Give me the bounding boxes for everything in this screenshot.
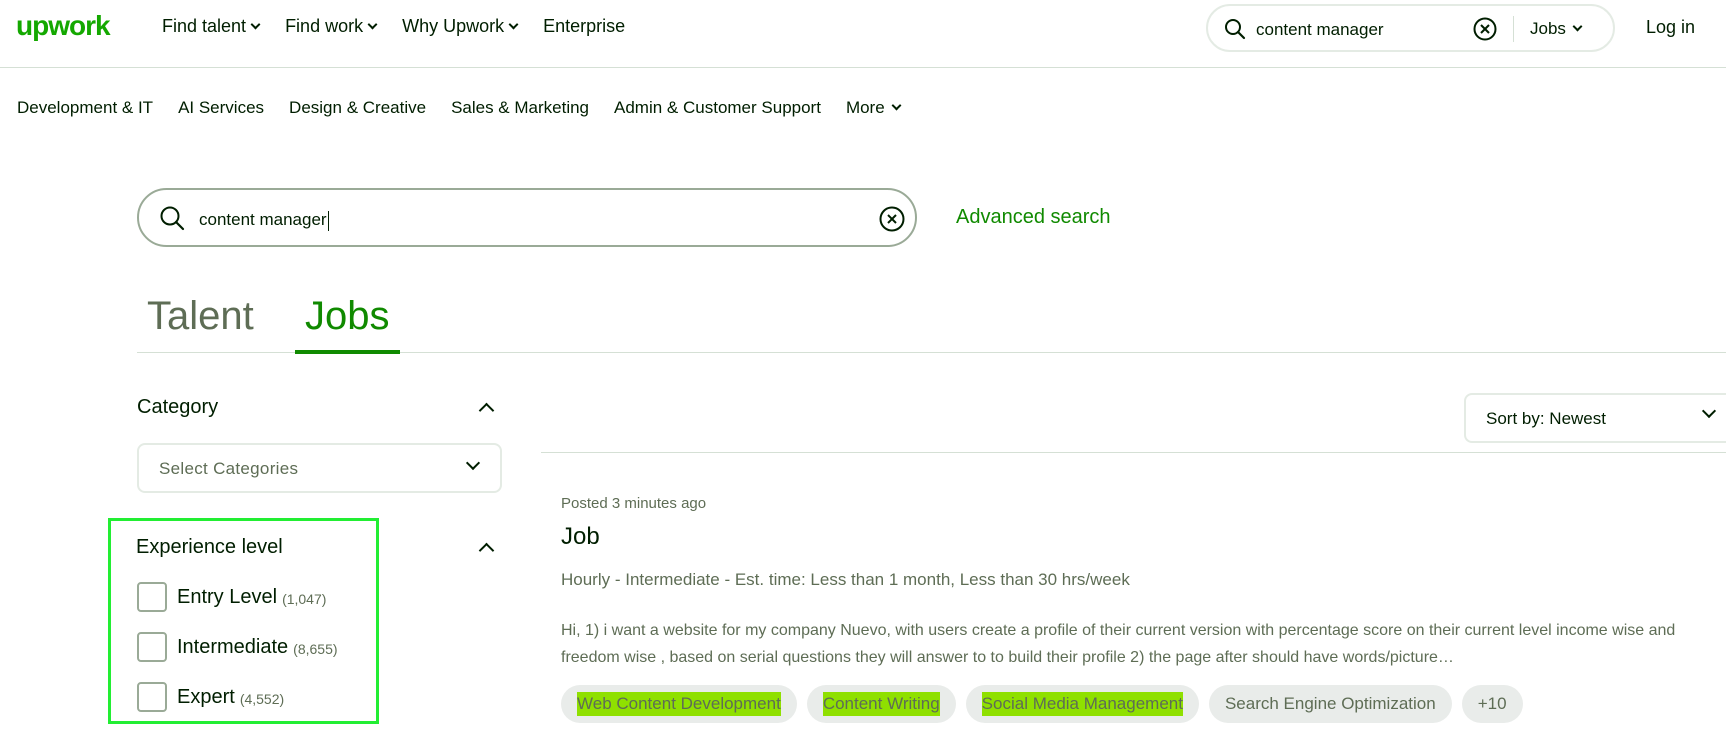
chevron-up-icon[interactable] <box>478 402 495 419</box>
category-development-it[interactable]: Development & IT <box>17 98 153 118</box>
job-skill-tags: Web Content Development Content Writing … <box>561 685 1523 723</box>
category-ai-services[interactable]: AI Services <box>178 98 264 118</box>
checkbox[interactable] <box>137 582 167 612</box>
checkbox[interactable] <box>137 632 167 662</box>
skill-tag-label: Web Content Development <box>577 692 781 716</box>
advanced-search-link[interactable]: Advanced search <box>956 206 1111 229</box>
nav-label: Find work <box>285 16 364 36</box>
skill-tag-label: Content Writing <box>822 692 940 716</box>
category-admin-support[interactable]: Admin & Customer Support <box>614 98 821 118</box>
text-caret <box>327 210 329 231</box>
experience-label: Intermediate <box>177 635 289 658</box>
chevron-down-icon <box>1701 403 1717 419</box>
sort-label: Sort by: Newest <box>1486 409 1606 428</box>
top-header: upwork Find talent Find work Why Upwork … <box>0 0 1726 68</box>
experience-option-entry[interactable]: Entry Level (1,047) <box>137 582 326 612</box>
more-skills-tag[interactable]: +10 <box>1461 685 1523 723</box>
skill-tag[interactable]: Search Engine Optimization <box>1208 685 1452 723</box>
tab-jobs[interactable]: Jobs <box>295 294 400 354</box>
result-tabs: Talent Jobs <box>137 290 1726 354</box>
skill-tag-label: Social Media Management <box>981 692 1183 716</box>
header-search-input[interactable]: content manager <box>1256 20 1384 40</box>
experience-option-intermediate[interactable]: Intermediate (8,655) <box>137 632 338 662</box>
search-icon <box>1225 19 1246 40</box>
job-description: Hi, 1) i want a website for my company N… <box>561 622 1676 666</box>
login-link[interactable]: Log in <box>1646 17 1695 38</box>
chevron-up-icon[interactable] <box>478 542 495 559</box>
experience-filter-title: Experience level <box>136 536 283 558</box>
search-icon <box>160 206 185 231</box>
experience-option-expert[interactable]: Expert (4,552) <box>137 682 284 712</box>
nav-enterprise[interactable]: Enterprise <box>543 16 625 37</box>
main-search-value: content manager <box>199 210 327 229</box>
nav-label: Why Upwork <box>402 16 505 36</box>
search-type-dropdown[interactable]: Jobs <box>1530 19 1583 39</box>
checkbox[interactable] <box>137 682 167 712</box>
experience-count: (1,047) <box>282 591 327 607</box>
skill-tag[interactable]: Web Content Development <box>561 685 797 723</box>
tab-talent[interactable]: Talent <box>137 294 264 354</box>
skill-tag[interactable]: Content Writing <box>806 685 956 723</box>
job-title[interactable]: Job <box>561 523 600 551</box>
category-nav: Development & IT AI Services Design & Cr… <box>17 98 902 118</box>
clear-icon[interactable] <box>879 206 905 232</box>
sort-dropdown[interactable]: Sort by: Newest <box>1464 393 1726 443</box>
category-filter-title: Category <box>137 396 219 418</box>
chevron-down-icon <box>891 100 902 111</box>
clear-icon[interactable] <box>1473 17 1497 41</box>
category-select-placeholder: Select Categories <box>159 459 299 478</box>
chevron-down-icon <box>465 455 481 471</box>
search-type-label: Jobs <box>1530 19 1566 38</box>
experience-count: (8,655) <box>293 641 338 657</box>
chevron-down-icon <box>367 19 378 29</box>
nav-label: Enterprise <box>543 16 626 36</box>
more-label: More <box>845 98 885 117</box>
divider <box>541 452 1726 453</box>
skill-tag[interactable]: Social Media Management <box>965 685 1199 723</box>
category-design-creative[interactable]: Design & Creative <box>289 98 426 118</box>
upwork-logo[interactable]: upwork <box>16 10 111 42</box>
experience-count: (4,552) <box>239 691 285 707</box>
category-more[interactable]: More <box>845 98 902 118</box>
chevron-down-icon <box>250 19 261 29</box>
experience-label: Entry Level <box>177 585 278 608</box>
chevron-down-icon <box>508 19 519 29</box>
main-search-input[interactable]: content manager <box>199 210 329 231</box>
header-search[interactable]: content manager Jobs <box>1206 4 1615 52</box>
experience-label: Expert <box>177 685 235 708</box>
nav-find-talent[interactable]: Find talent <box>162 16 261 37</box>
category-select[interactable]: Select Categories <box>137 443 502 493</box>
chevron-down-icon <box>1572 21 1583 32</box>
divider <box>1513 16 1514 42</box>
job-meta: Hourly - Intermediate - Est. time: Less … <box>561 570 1130 589</box>
nav-label: Find talent <box>162 16 247 36</box>
nav-find-work[interactable]: Find work <box>285 16 378 37</box>
top-nav: Find talent Find work Why Upwork Enterpr… <box>162 16 625 37</box>
job-posted-time: Posted 3 minutes ago <box>561 495 707 512</box>
main-search[interactable]: content manager <box>137 188 917 247</box>
nav-why-upwork[interactable]: Why Upwork <box>402 16 519 37</box>
category-sales-marketing[interactable]: Sales & Marketing <box>451 98 589 118</box>
